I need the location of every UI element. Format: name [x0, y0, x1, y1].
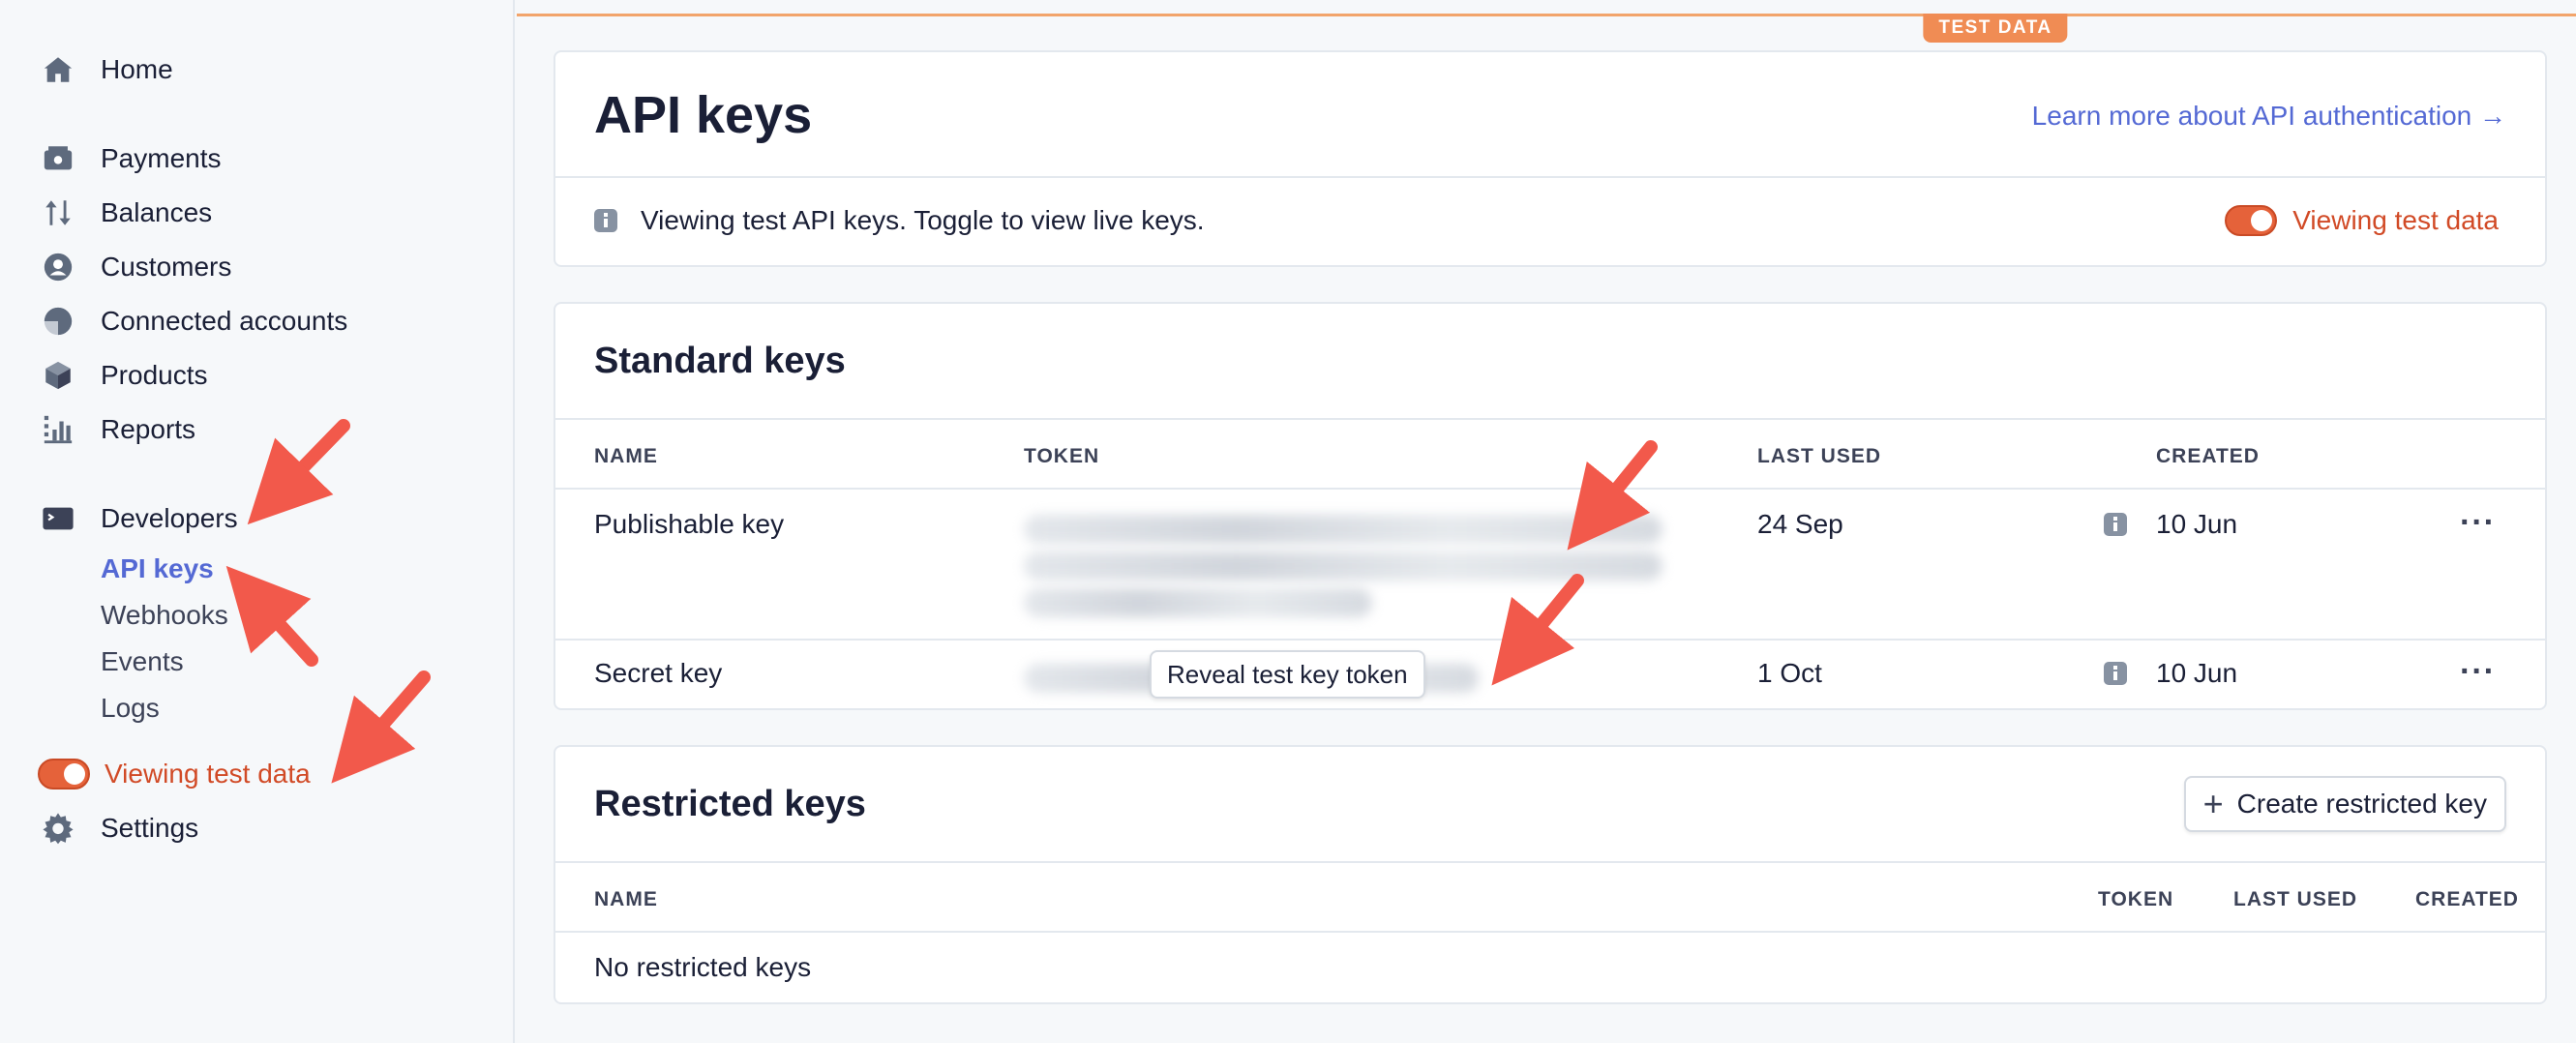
arrow-developers [247, 419, 350, 525]
arrow-secret-token [1491, 574, 1584, 686]
annotation-arrows [225, 419, 1658, 784]
arrow-publishable-token [1567, 440, 1658, 551]
arrow-api-keys [225, 565, 318, 667]
arrow-viewing-test-data [331, 670, 431, 784]
